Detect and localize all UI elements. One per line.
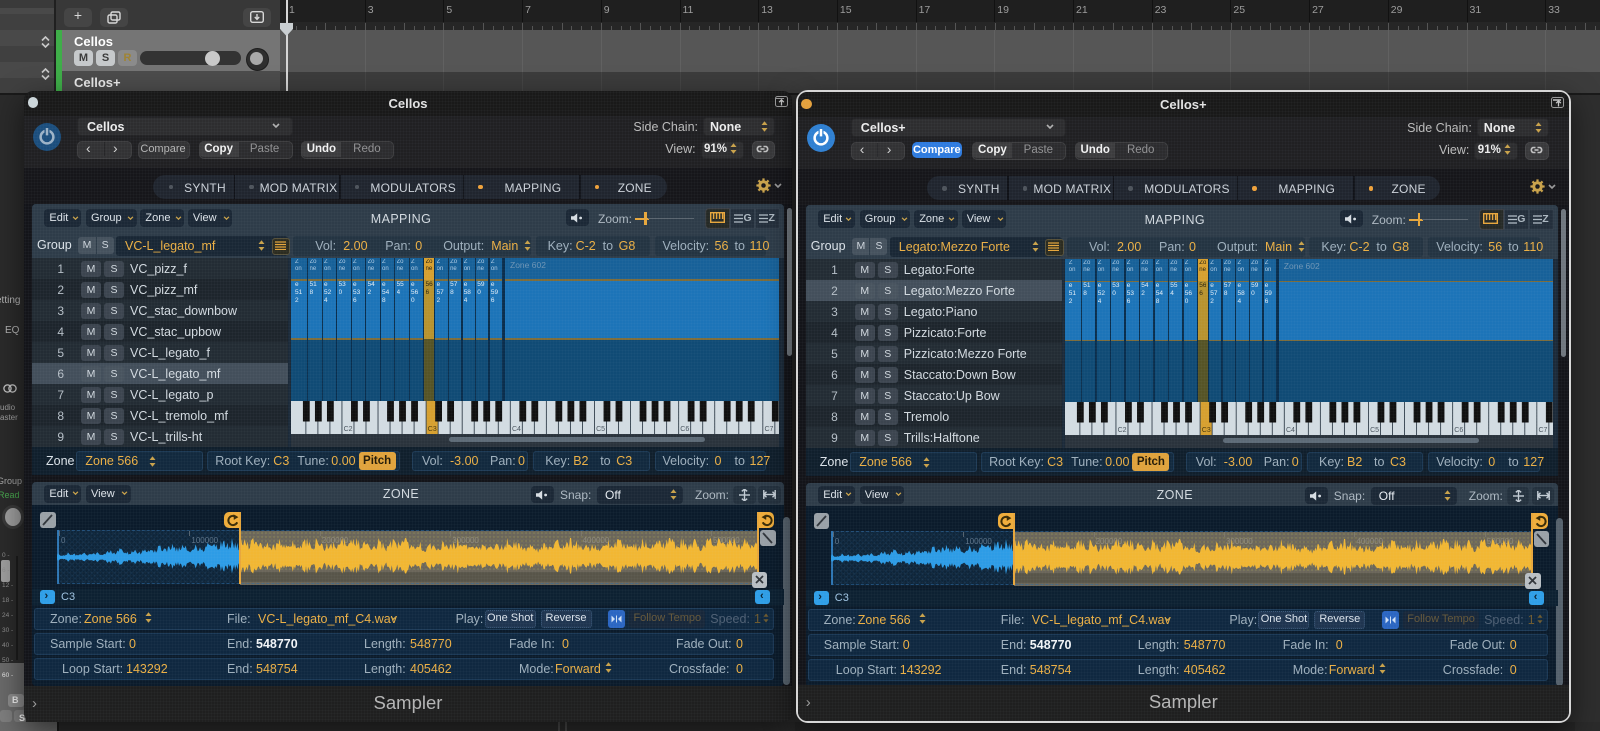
- svg-text:C4: C4: [512, 426, 521, 433]
- svg-text:C2: C2: [1117, 427, 1126, 434]
- svg-text:C5: C5: [596, 426, 605, 433]
- svg-text:C6: C6: [1454, 427, 1463, 434]
- svg-text:C5: C5: [1370, 427, 1379, 434]
- svg-text:C7: C7: [765, 426, 774, 433]
- svg-text:C3: C3: [1202, 427, 1211, 434]
- svg-text:C6: C6: [680, 426, 689, 433]
- svg-text:C4: C4: [1286, 427, 1295, 434]
- svg-text:C7: C7: [1538, 427, 1547, 434]
- svg-text:C2: C2: [344, 426, 353, 433]
- svg-text:C3: C3: [428, 426, 437, 433]
